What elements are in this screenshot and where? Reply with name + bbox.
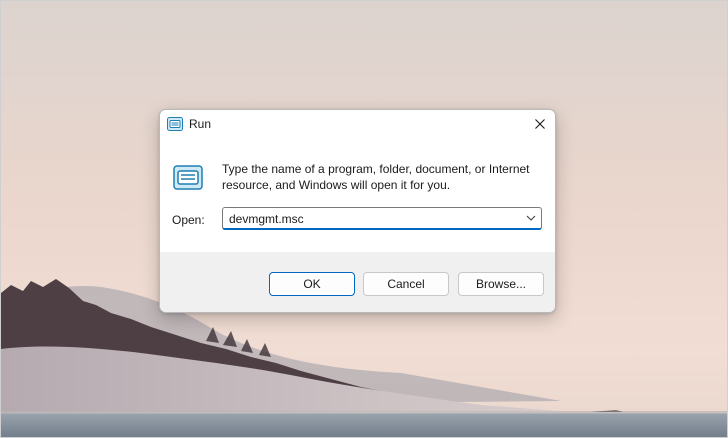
open-combobox[interactable]: devmgmt.msc [222,207,542,230]
open-label: Open: [172,213,205,227]
close-icon [535,116,545,134]
browse-button[interactable]: Browse... [458,272,544,296]
ok-button[interactable]: OK [269,272,355,296]
chevron-down-icon[interactable] [524,210,538,226]
cancel-button[interactable]: Cancel [363,272,449,296]
run-dialog: Run Type the name of a program, folder, … [159,109,556,313]
close-button[interactable] [525,110,555,140]
button-bar: OK Cancel Browse... [160,252,555,312]
title-bar[interactable]: Run [160,110,555,140]
run-prompt-text: Type the name of a program, folder, docu… [222,162,530,192]
window-title: Run [189,117,212,131]
open-input[interactable]: devmgmt.msc [229,212,304,226]
run-icon [167,117,183,131]
run-icon [173,164,205,192]
dialog-body: Type the name of a program, folder, docu… [160,140,555,252]
